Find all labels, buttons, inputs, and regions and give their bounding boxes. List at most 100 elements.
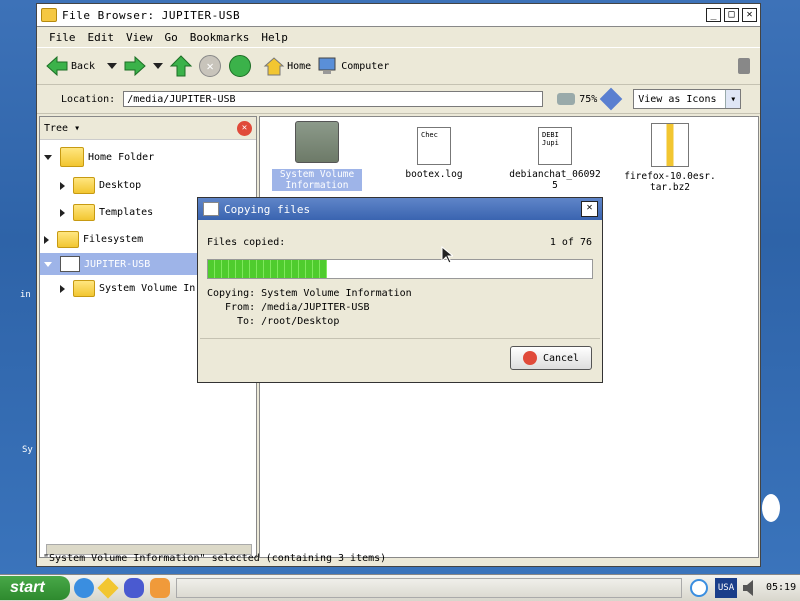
clock[interactable]: 05:19 (766, 582, 796, 593)
home-icon (263, 57, 285, 76)
view-as-select[interactable]: View as Icons ▾ (633, 89, 742, 109)
file-name: bootex.log (405, 169, 463, 180)
folder-icon (295, 121, 339, 163)
expander-icon[interactable] (44, 235, 49, 244)
home-button[interactable]: Home (263, 55, 311, 77)
sidebar-item-templates[interactable]: Templates (60, 204, 153, 221)
stop-icon[interactable]: ✕ (199, 55, 222, 77)
back-button[interactable]: Back (45, 55, 95, 77)
expander-icon[interactable] (60, 181, 65, 190)
cancel-label: Cancel (542, 352, 580, 364)
sidebar-item-label: System Volume In (99, 283, 196, 294)
folder-icon (73, 280, 95, 297)
menu-edit[interactable]: Edit (88, 31, 115, 44)
forward-arrow-icon[interactable] (123, 55, 147, 77)
computer-icon (318, 57, 336, 74)
browser-icon[interactable] (74, 578, 94, 598)
file-name-selected: System Volume Information (272, 169, 362, 191)
sidebar-item-jupiter-usb[interactable]: JUPITER-USB (40, 253, 198, 275)
dialog-title: Copying files (224, 202, 311, 216)
back-arrow-icon (46, 55, 68, 77)
copy-dialog: Copying files ✕ Files copied: 1 of 76 Co… (197, 197, 603, 383)
app-icon[interactable] (97, 577, 119, 599)
expander-icon[interactable] (60, 284, 65, 293)
sidebar-item-home-folder[interactable]: Home Folder (44, 147, 154, 167)
sidebar-item-label: Templates (99, 207, 154, 218)
task-area[interactable] (176, 578, 682, 598)
keyboard-layout-indicator[interactable]: USA (715, 578, 737, 598)
sidebar-item-filesystem[interactable]: Filesystem (44, 231, 143, 248)
computer-label: Computer (341, 60, 390, 72)
expander-open-icon[interactable] (44, 154, 52, 160)
view-as-value: View as Icons (638, 93, 717, 105)
zoom-out-icon[interactable] (557, 93, 576, 105)
toolbar: Back ✕ Home Computer (37, 47, 760, 85)
up-arrow-icon[interactable] (169, 54, 193, 78)
expander-open-icon[interactable] (44, 261, 52, 267)
location-label: Location: (61, 93, 116, 105)
divider (200, 338, 600, 339)
file-item-firefox[interactable]: firefox-10.0esr. tar.bz2 (620, 123, 720, 193)
desktop-label: Sy (22, 445, 33, 455)
text-file-icon: Chec (417, 127, 451, 165)
cancel-button[interactable]: Cancel (510, 346, 592, 370)
dialog-icon (203, 202, 219, 216)
files-copied-count: 1 of 76 (549, 237, 592, 248)
start-button[interactable]: start (0, 576, 70, 600)
minimize-button[interactable]: _ (706, 8, 721, 22)
sidebar-item-label: JUPITER-USB (84, 258, 151, 270)
copy-progress-bar (207, 259, 593, 279)
folder-icon (73, 204, 95, 221)
close-button[interactable]: ✕ (581, 201, 598, 217)
reload-icon[interactable] (229, 55, 252, 77)
menu-view[interactable]: View (126, 31, 153, 44)
location-input[interactable]: /media/JUPITER-USB (123, 91, 544, 107)
sidebar-type-select[interactable]: Tree ▾ (44, 123, 80, 134)
location-bar: Location: /media/JUPITER-USB 75% View as… (37, 85, 760, 114)
close-button[interactable]: ✕ (742, 8, 757, 22)
sidebar-item-system-volume[interactable]: System Volume In (60, 280, 195, 297)
text-file-icon: DEBI Jupi (538, 127, 572, 165)
copying-text: Copying: System Volume Information (207, 288, 412, 299)
dialog-title-bar[interactable]: Copying files ✕ (198, 198, 602, 220)
close-sidebar-icon[interactable]: ✕ (237, 120, 252, 136)
media-icon[interactable] (150, 578, 170, 598)
sidebar-item-label: Desktop (99, 180, 142, 191)
menu-bar: File Edit View Go Bookmarks Help (37, 27, 760, 47)
folder-icon (41, 8, 57, 22)
menu-go[interactable]: Go (165, 31, 178, 44)
back-dropdown[interactable] (107, 63, 118, 69)
computer-button[interactable]: Computer (317, 55, 389, 77)
network-icon[interactable] (690, 579, 708, 597)
to-text: To: /root/Desktop (237, 316, 340, 327)
menu-help[interactable]: Help (261, 31, 288, 44)
chevron-down-icon: ▾ (725, 90, 741, 108)
cancel-icon (522, 351, 537, 365)
desktop-label: in (20, 290, 31, 300)
zoom-level[interactable]: 75% (579, 94, 597, 105)
title-bar[interactable]: File Browser: JUPITER-USB _ □ ✕ (37, 4, 760, 27)
desktop-icon[interactable] (762, 494, 780, 522)
forward-dropdown[interactable] (153, 63, 164, 69)
sidebar-type-label: Tree (44, 122, 69, 134)
home-folder-icon (60, 147, 84, 167)
volume-icon[interactable] (742, 579, 756, 597)
mouse-cursor-icon (441, 246, 453, 264)
maximize-button[interactable]: □ (724, 8, 739, 22)
back-label: Back (71, 60, 96, 72)
sidebar-item-label: Filesystem (83, 234, 144, 245)
file-item-system-volume[interactable]: System Volume Information (272, 121, 362, 191)
sidebar-header: Tree ▾ ✕ (40, 117, 256, 140)
file-item-debianchat[interactable]: DEBI Jupi debianchat_06092 5 (500, 127, 610, 191)
expander-icon[interactable] (60, 208, 65, 217)
headphones-icon[interactable] (124, 578, 144, 598)
window-title: File Browser: JUPITER-USB (62, 8, 241, 22)
throbber-icon (738, 58, 750, 74)
files-copied-label: Files copied: (207, 237, 286, 248)
file-item-bootex[interactable]: Chec bootex.log (396, 127, 472, 180)
zoom-in-icon[interactable] (599, 87, 623, 111)
menu-bookmarks[interactable]: Bookmarks (190, 31, 250, 44)
taskbar: start USA 05:19 (0, 574, 800, 601)
sidebar-item-desktop[interactable]: Desktop (60, 177, 141, 194)
menu-file[interactable]: File (49, 31, 76, 44)
